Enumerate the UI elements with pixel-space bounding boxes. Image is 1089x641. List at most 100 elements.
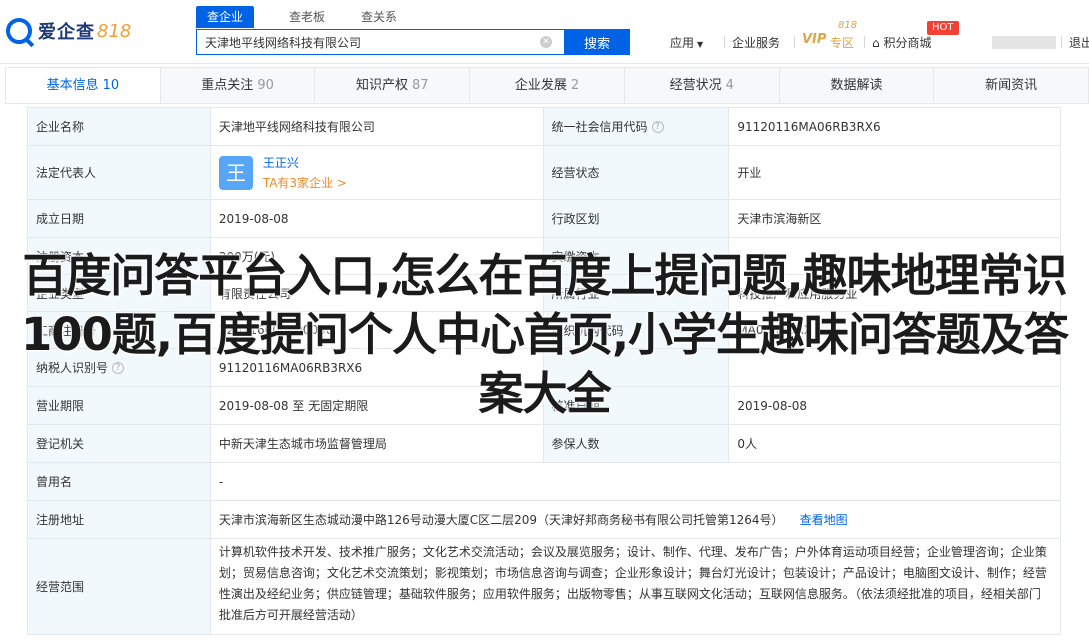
vip-icon[interactable]: VIP [802, 32, 826, 47]
legal-rep-name[interactable]: 王正兴 [263, 153, 347, 173]
status: 开业 [729, 146, 1061, 199]
type-label: 企业类型 [28, 275, 211, 311]
term-label: 营业期限 [28, 387, 211, 424]
org-code-label: 组织机构代码 [543, 312, 730, 348]
tab-label: 重点关注 [201, 78, 254, 93]
former-name: - [211, 463, 1061, 500]
nav-divider [864, 36, 865, 48]
industry: 科技推广和应用服务业 [729, 275, 1061, 311]
brand-version: 818 [97, 20, 132, 42]
tab-ip[interactable]: 知识产权 87 [315, 68, 471, 103]
tab-label: 基本信息 [46, 78, 99, 93]
approve-date-label: 核准日期 [543, 387, 730, 424]
gift-icon: ⌂ [872, 36, 884, 50]
table-row: 纳税人识别号? 91120116MA06RB3RX6 [28, 349, 1061, 387]
industry-label: 所属行业 [543, 275, 730, 311]
clear-icon[interactable]: ✕ [540, 36, 552, 48]
registry-label: 登记机关 [28, 425, 211, 462]
insured: 0人 [729, 425, 1061, 462]
tab-company-search[interactable]: 查企业 [196, 6, 255, 28]
legal-rep-info: 王正兴 TA有3家企业 > [263, 153, 347, 193]
user-avatar[interactable] [992, 36, 1056, 49]
address: 天津市滨海新区生态城动漫中路126号动漫大厦C区二层209（天津好邦商务秘书有限… [211, 501, 1061, 538]
tab-label: 经营状况 [669, 78, 722, 93]
search-button[interactable]: 搜索 [564, 29, 630, 55]
points-mall-label: 积分商城 [883, 36, 932, 50]
points-mall-link[interactable]: ⌂ 积分商城 [872, 34, 931, 51]
tab-count: 2 [570, 78, 580, 93]
approve-date: 2019-08-08 [729, 387, 1061, 424]
capital-label: 注册资本 [28, 238, 211, 274]
tax-id-label: 纳税人识别号? [28, 349, 211, 386]
table-row: 工商注册号 120116000000000 组织机构代码 MA06RB3RX [28, 312, 1061, 349]
tab-count: 90 [257, 78, 274, 93]
table-row: 经营范围 计算机软件技术开发、技术推广服务；文化艺术交流活动；会议及展览服务；设… [28, 539, 1061, 635]
reg-no-label: 工商注册号 [28, 312, 211, 348]
legal-rep-avatar: 王 [218, 155, 253, 190]
search-input[interactable] [196, 29, 564, 55]
legal-rep-label: 法定代表人 [28, 146, 211, 199]
search-logo-icon [6, 18, 32, 44]
tab-count: 10 [102, 78, 120, 93]
logout-link[interactable]: 退出 [1069, 34, 1089, 51]
tab-key-focus[interactable]: 重点关注 90 [161, 68, 316, 103]
org-code: MA06RB3RX [729, 312, 1061, 348]
header: 爱企查 818 查企业 查老板 查关系 ✕ 搜索 应用▼ 企业服务 818 VI… [0, 0, 1089, 64]
nav-divider [1061, 36, 1062, 48]
tab-label: 数据解读 [830, 78, 883, 93]
logo[interactable]: 爱企查 818 [6, 18, 131, 44]
tab-count: 87 [412, 78, 429, 93]
help-icon[interactable]: ? [112, 361, 125, 374]
table-row: 注册地址 天津市滨海新区生态城动漫中路126号动漫大厦C区二层209（天津好邦商… [28, 501, 1061, 539]
credit-code: 91120116MA06RB3RX6 [729, 108, 1061, 145]
table-row: 注册资本 200万(元) 实缴资本 - [28, 238, 1061, 275]
table-row: 企业类型 有限责任公司 所属行业 科技推广和应用服务业 [28, 275, 1061, 312]
table-row: 营业期限 2019-08-08 至 无固定期限 核准日期 2019-08-08 [28, 387, 1061, 425]
vip-zone-link[interactable]: 专区 [830, 34, 854, 51]
tab-data-analysis[interactable]: 数据解读 [780, 68, 935, 103]
approve-authority-label [543, 349, 730, 386]
table-row: 法定代表人 王 王正兴 TA有3家企业 > 经营状态 开业 [28, 146, 1061, 200]
tab-boss-search[interactable]: 查老板 [278, 6, 336, 28]
scope: 计算机软件技术开发、技术推广服务；文化艺术交流活动；会议及展览服务；设计、制作、… [211, 539, 1061, 634]
scope-label: 经营范围 [28, 539, 211, 634]
tab-operation[interactable]: 经营状况 4 [625, 68, 780, 103]
tab-relation-search[interactable]: 查关系 [350, 6, 408, 28]
legal-rep-companies-link[interactable]: TA有3家企业 > [263, 173, 347, 193]
credit-code-label-text: 统一社会信用代码 [551, 120, 648, 134]
nav-divider [724, 36, 725, 48]
tax-id: 91120116MA06RB3RX6 [211, 349, 544, 386]
tab-news[interactable]: 新闻资讯 [934, 68, 1088, 103]
table-row: 曾用名 - [28, 463, 1061, 501]
tab-label: 知识产权 [356, 78, 409, 93]
company-name-label: 企业名称 [28, 108, 211, 145]
address-label: 注册地址 [28, 501, 211, 538]
app-menu[interactable]: 应用 ▼ [670, 34, 703, 51]
type: 有限责任公司 [211, 275, 544, 311]
status-label: 经营状态 [543, 146, 730, 199]
brand-name: 爱企查 [38, 22, 95, 43]
legal-rep: 王 王正兴 TA有3家企业 > [211, 146, 544, 199]
term: 2019-08-08 至 无固定期限 [211, 387, 544, 424]
view-map-link[interactable]: 查看地图 [800, 511, 848, 528]
address-text: 天津市滨海新区生态城动漫中路126号动漫大厦C区二层209（天津好邦商务秘书有限… [218, 513, 784, 527]
paid-capital: - [729, 238, 1061, 274]
top-nav: 应用 ▼ 企业服务 818 VIP 专区 ⌂ 积分商城 HOT 退出 [669, 0, 1089, 64]
reg-no: 120116000000000 [211, 312, 544, 348]
tab-label: 新闻资讯 [985, 78, 1038, 93]
basic-info-table: 企业名称 天津地平线网络科技有限公司 统一社会信用代码? 91120116MA0… [27, 107, 1061, 635]
tab-basic-info[interactable]: 基本信息 10 [6, 68, 161, 103]
region-label: 行政区划 [543, 200, 730, 237]
table-row: 成立日期 2019-08-08 行政区划 天津市滨海新区 [28, 200, 1061, 238]
hot-badge: HOT [927, 21, 959, 35]
tab-development[interactable]: 企业发展 2 [470, 68, 625, 103]
founded-label: 成立日期 [28, 200, 211, 237]
vip-badge: 818 [838, 20, 858, 31]
help-icon[interactable]: ? [651, 120, 664, 133]
nav-divider [794, 36, 795, 48]
region: 天津市滨海新区 [729, 200, 1061, 237]
insured-label: 参保人数 [543, 425, 730, 462]
search-tabs: 查企业 查老板 查关系 [196, 6, 422, 28]
capital: 200万(元) [211, 238, 544, 274]
enterprise-service-link[interactable]: 企业服务 [732, 34, 780, 51]
